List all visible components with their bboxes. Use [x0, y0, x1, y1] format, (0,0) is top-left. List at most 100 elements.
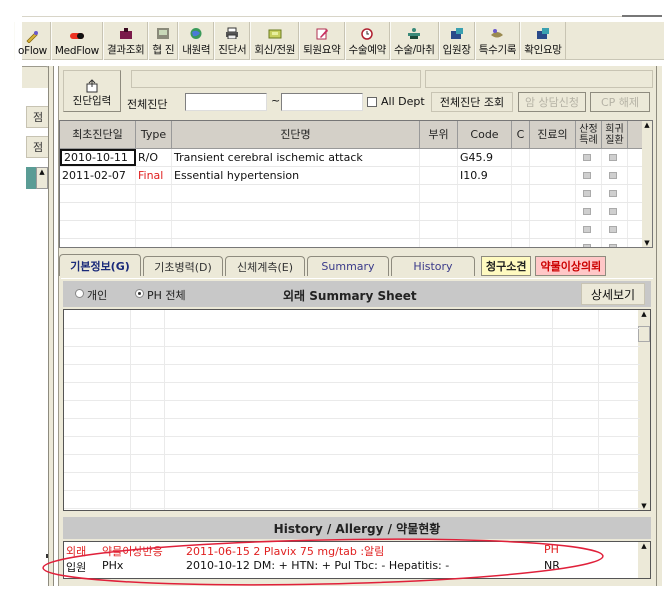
grid-line [552, 310, 553, 510]
grid-line [64, 436, 640, 437]
table-row[interactable] [60, 203, 652, 221]
col-diag-name[interactable]: 진단명 [172, 121, 420, 148]
col-site[interactable]: 부위 [420, 121, 458, 148]
consult-icon [155, 26, 171, 40]
history-source: NR [544, 559, 560, 572]
scroll-down-icon[interactable]: ▼ [644, 239, 649, 247]
cell-date[interactable]: 2010-10-11 [60, 149, 136, 166]
diagnosis-table: 최초진단일 Type 진단명 부위 Code C 진료의 산정 특례 희귀 질환… [59, 120, 653, 248]
sidebar-list-selected-item[interactable] [26, 167, 36, 189]
toolbar-results-button[interactable]: 결과조회 [102, 22, 149, 60]
col-rare-disease[interactable]: 희귀 질환 [602, 121, 628, 148]
table-row[interactable]: 2010-10-11 R/O Transient cerebral ischem… [60, 149, 652, 167]
col-c[interactable]: C [512, 121, 530, 148]
scroll-up-icon[interactable]: ▲ [641, 542, 646, 578]
col-type[interactable]: Type [136, 121, 172, 148]
date-to-input[interactable] [281, 93, 363, 111]
tab-history[interactable]: History [391, 256, 475, 276]
toolbar-surgery-booking-button[interactable]: 수술예약 [344, 22, 390, 60]
history-scrollbar[interactable]: ▲ [638, 542, 650, 578]
tab-base-history[interactable]: 기초병력(D) [143, 256, 223, 276]
claim-opinion-tag[interactable]: 청구소견 [481, 256, 532, 276]
history-detail: 2011-06-15 2 Plavix 75 mg/tab :알림 [186, 545, 385, 558]
special-case-checkbox[interactable] [583, 190, 591, 197]
detail-tabs: 기본정보(G) 기초병력(D) 신체계측(E) Summary History … [59, 254, 657, 276]
date-from-input[interactable] [185, 93, 267, 111]
rare-disease-checkbox[interactable] [609, 190, 617, 197]
adverse-drug-request-tag[interactable]: 약물이상의뢰 [535, 256, 607, 276]
toolbar-surgery-anesthesia-button[interactable]: 수술/마취 [389, 22, 439, 60]
history-category: PHx [102, 559, 124, 572]
rare-disease-checkbox[interactable] [609, 244, 617, 247]
toolbar-certificate-button[interactable]: 진단서 [214, 22, 251, 60]
rare-disease-checkbox[interactable] [609, 226, 617, 233]
cp-release-button[interactable]: CP 해제 [590, 92, 650, 112]
cell-diag-name: Essential hypertension [172, 167, 420, 184]
grid-line [64, 418, 640, 419]
tab-summary[interactable]: Summary [307, 256, 389, 276]
toolbar-discharge-summary-button[interactable]: 퇴원요약 [299, 22, 345, 60]
rare-disease-checkbox[interactable] [609, 154, 617, 161]
table-row[interactable]: 2011-02-07 Final Essential hypertension … [60, 167, 652, 185]
special-case-checkbox[interactable] [583, 244, 591, 247]
grid-line [64, 346, 640, 347]
col-code[interactable]: Code [458, 121, 512, 148]
radio-ph-all[interactable] [135, 289, 144, 298]
scroll-up-icon[interactable]: ▲ [644, 121, 649, 129]
main-panel: 진단입력 전체진단 ~ All Dept 전체진단 조회 암 상담신청 CP 해… [58, 66, 656, 586]
clock-icon [359, 26, 375, 40]
date-range-separator: ~ [271, 94, 281, 107]
tab-body-measure[interactable]: 신체계측(E) [225, 256, 305, 276]
diagnosis-table-scrollbar[interactable]: ▲ ▼ [642, 121, 652, 247]
toolbar-reply-transfer-button[interactable]: 회신/전원 [250, 22, 300, 60]
all-diagnosis-lookup-button[interactable]: 전체진단 조회 [431, 92, 513, 112]
history-source: PH [544, 543, 559, 556]
toolbar-special-record-button[interactable]: 특수기록 [474, 22, 521, 60]
toolbar-admission-button[interactable]: 입원장 [438, 22, 475, 60]
rare-disease-checkbox[interactable] [609, 172, 617, 179]
sidebar-scroll-up-icon[interactable]: ▲ [36, 167, 48, 189]
toolbar-confirm-required-button[interactable]: 확인요망 [520, 22, 566, 60]
tab-basic-info[interactable]: 기본정보(G) [59, 254, 141, 276]
toolbar-visit-history-button[interactable]: 내원력 [178, 22, 215, 60]
grid-line [64, 490, 640, 491]
diagnosis-input-button[interactable]: 진단입력 [63, 70, 121, 112]
record-icon [489, 26, 505, 40]
globe-icon [188, 26, 204, 40]
radio-ph-all-label: PH 전체 [147, 289, 186, 302]
diagnosis-table-header: 최초진단일 Type 진단명 부위 Code C 진료의 산정 특례 희귀 질환 [60, 121, 652, 149]
table-row[interactable] [60, 221, 652, 239]
folder-icon [267, 26, 283, 40]
toolbar-oflow-button[interactable]: oFlow [14, 22, 51, 60]
scroll-down-icon[interactable]: ▼ [641, 502, 646, 510]
scroll-up-icon[interactable]: ▲ [641, 310, 646, 318]
grid-line [64, 454, 640, 455]
cell-doctor [530, 149, 576, 166]
cell-c [512, 149, 530, 166]
history-allergy-header: History / Allergy / 약물현황 [63, 517, 651, 539]
toolbar-medflow-button[interactable]: MedFlow [50, 22, 103, 60]
info-box-2 [425, 70, 653, 88]
document-upload-icon [86, 79, 98, 93]
table-row[interactable] [60, 239, 652, 247]
sidebar-item-2[interactable]: 점 [26, 136, 50, 158]
col-special-case[interactable]: 산정 특례 [576, 121, 602, 148]
sidebar-item-1[interactable]: 점 [26, 106, 50, 128]
special-case-checkbox[interactable] [583, 208, 591, 215]
detail-view-button[interactable]: 상세보기 [581, 283, 645, 305]
toolbar-consult-button[interactable]: 협 진 [148, 22, 179, 60]
special-case-checkbox[interactable] [583, 154, 591, 161]
panel-splitter[interactable] [48, 66, 54, 586]
radio-personal[interactable] [75, 289, 84, 298]
all-dept-checkbox[interactable] [367, 97, 377, 107]
admission-icon [449, 26, 465, 40]
col-doctor[interactable]: 진료의 [530, 121, 576, 148]
note-icon [314, 26, 330, 40]
special-case-checkbox[interactable] [583, 226, 591, 233]
cell-date[interactable]: 2011-02-07 [60, 167, 136, 184]
col-first-diag-date[interactable]: 최초진단일 [60, 121, 136, 148]
rare-disease-checkbox[interactable] [609, 208, 617, 215]
table-row[interactable] [60, 185, 652, 203]
cancer-consult-button[interactable]: 암 상담신청 [518, 92, 586, 112]
special-case-checkbox[interactable] [583, 172, 591, 179]
